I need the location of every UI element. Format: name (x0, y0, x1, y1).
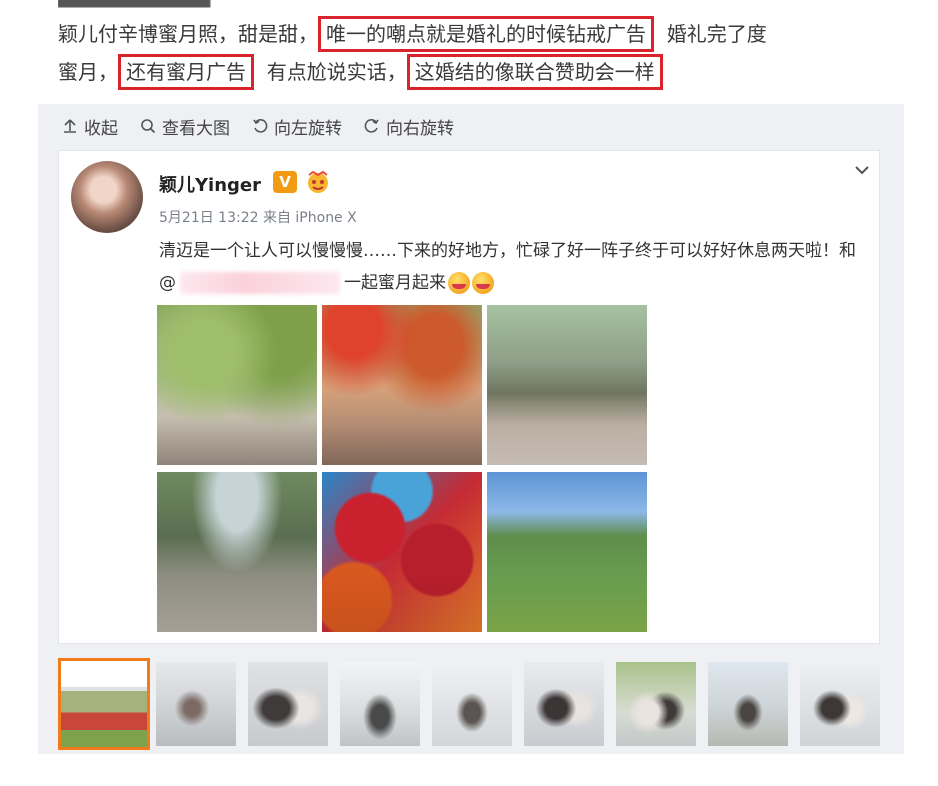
thumbnail[interactable] (432, 662, 512, 746)
thumbnail[interactable] (708, 662, 788, 746)
post-text-tail: 一起蜜月起来 (344, 273, 446, 293)
highlight-box: 还有蜜月广告 (118, 54, 254, 90)
article-text-segment: 婚礼完了度 (666, 22, 767, 46)
thumbnail-image (61, 661, 147, 747)
cropped-text-top: ▇▇▇▇▇▇▇▇▇ (58, 0, 268, 8)
article-line-1: 颖儿付辛博蜜月照，甜是甜， 唯一的嘲点就是婚礼的时候钻戒广告 婚礼完了度 (58, 16, 898, 54)
arrow-up-icon (60, 116, 80, 136)
thumbnail-strip (58, 658, 880, 750)
thumbnail[interactable] (800, 662, 880, 746)
photo-grid (157, 305, 647, 633)
thumbnail-image (800, 662, 880, 746)
photo-park-trees[interactable] (157, 472, 317, 632)
article-text: 颖儿付辛博蜜月照，甜是甜， 唯一的嘲点就是婚礼的时候钻戒广告 婚礼完了度 蜜月，还… (58, 16, 898, 92)
photo-street-people[interactable] (157, 305, 317, 465)
thumbnail-image (340, 662, 420, 746)
image-toolbar: 收起 查看大图 向左旋转 向右旋转 (60, 112, 474, 140)
magnifier-icon (138, 116, 158, 136)
rotate-left-icon (250, 116, 270, 136)
highlight-box: 唯一的嘲点就是婚礼的时候钻戒广告 (318, 16, 654, 52)
thumbnail[interactable] (340, 662, 420, 746)
photo-flower-street[interactable] (322, 305, 482, 465)
thumbnail[interactable] (156, 662, 236, 746)
crown-icon (308, 170, 328, 193)
thumbnail-image (248, 662, 328, 746)
rotate-left-button[interactable]: 向左旋转 (250, 114, 342, 139)
article-line-2: 蜜月， 还有蜜月广告 有点尬说实话， 这婚结的像联合赞助会一样 (58, 54, 898, 92)
post-text: 清迈是一个让人可以慢慢慢……下来的好地方，忙碌了好一阵子终于可以好好休息两天啦！… (159, 235, 859, 299)
photo-tuk-tuk[interactable] (487, 305, 647, 465)
highlight-box: 这婚结的像联合赞助会一样 (406, 54, 663, 90)
rotate-right-button[interactable]: 向右旋转 (362, 114, 454, 139)
chevron-down-icon[interactable] (853, 161, 871, 179)
avatar[interactable] (71, 161, 143, 233)
thumbnail-image (616, 662, 696, 746)
rotate-right-label: 向右旋转 (386, 118, 454, 139)
username[interactable]: 颖儿Yinger (159, 171, 261, 197)
article-text-segment: 有点尬说实话， (266, 60, 407, 84)
verified-badge: V (273, 171, 297, 193)
thumbnail[interactable] (248, 662, 328, 746)
article-text-segment: 颖儿付辛博蜜月照，甜是甜， (58, 22, 318, 46)
collapse-button[interactable]: 收起 (60, 114, 118, 139)
thumbnail-image (432, 662, 512, 746)
rotate-left-label: 向左旋转 (274, 118, 342, 139)
blurred-mention (180, 272, 340, 294)
emoji-icon (472, 272, 494, 294)
thumbnail-image (524, 662, 604, 746)
thumbnail[interactable] (616, 662, 696, 746)
thumbnail-image (708, 662, 788, 746)
thumbnail-image (156, 662, 236, 746)
emoji-icon (448, 272, 470, 294)
view-large-label: 查看大图 (162, 118, 230, 139)
article-text-segment: 蜜月， (58, 60, 118, 84)
post-meta: 5月21日 13:22 来自 iPhone X (159, 210, 357, 226)
photo-garden[interactable] (487, 472, 647, 632)
thumbnail[interactable] (524, 662, 604, 746)
photo-umbrellas[interactable] (322, 472, 482, 632)
collapse-label: 收起 (84, 118, 118, 139)
view-large-button[interactable]: 查看大图 (138, 114, 230, 139)
weibo-post-card: 颖儿Yinger V 5月21日 13:22 来自 iPhone X 清迈是一个… (58, 150, 880, 644)
thumbnail-active[interactable] (58, 658, 150, 750)
rotate-right-icon (362, 116, 382, 136)
